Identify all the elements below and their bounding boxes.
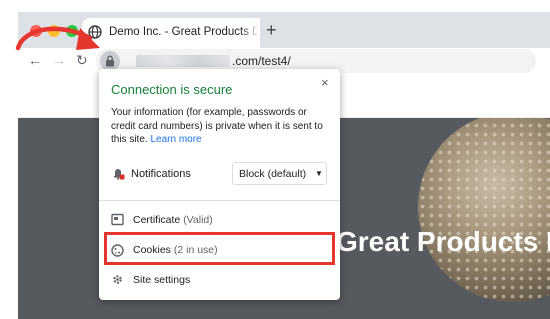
url-redacted [136,55,230,67]
learn-more-link[interactable]: Learn more [150,134,201,145]
new-tab-button[interactable]: + [266,21,277,39]
tab-title: Demo Inc. - Great Products De [109,26,257,38]
annotation-arrow [15,26,100,51]
site-info-popup: × Connection is secure Your information … [99,69,340,300]
site-settings-label: Site settings [133,274,191,286]
notifications-select[interactable]: Block (default) ▼ [232,162,327,185]
hero-title: Great Products D [336,226,550,257]
site-settings-row[interactable]: Site settings [133,274,190,286]
certificate-status: (Valid) [183,214,213,226]
certificate-icon [111,213,124,226]
connection-description-text: Your information (for example, passwords… [111,107,323,145]
notifications-bell-icon [114,169,125,180]
tab-title-fade [240,18,260,48]
cookies-highlight-box [104,232,335,265]
hero-image-texture [418,118,550,302]
certificate-label: Certificate [133,214,181,226]
connection-status-title: Connection is secure [111,82,233,97]
notifications-select-value: Block (default) [239,168,307,180]
chevron-down-icon: ▼ [315,169,323,178]
notifications-label: Notifications [131,168,191,180]
popup-divider [99,200,340,201]
gear-icon [113,275,122,284]
close-icon[interactable]: × [321,75,329,90]
connection-description: Your information (for example, passwords… [111,106,331,147]
certificate-row[interactable]: Certificate (Valid) [133,214,213,226]
url-text: .com/test4/ [232,54,291,68]
